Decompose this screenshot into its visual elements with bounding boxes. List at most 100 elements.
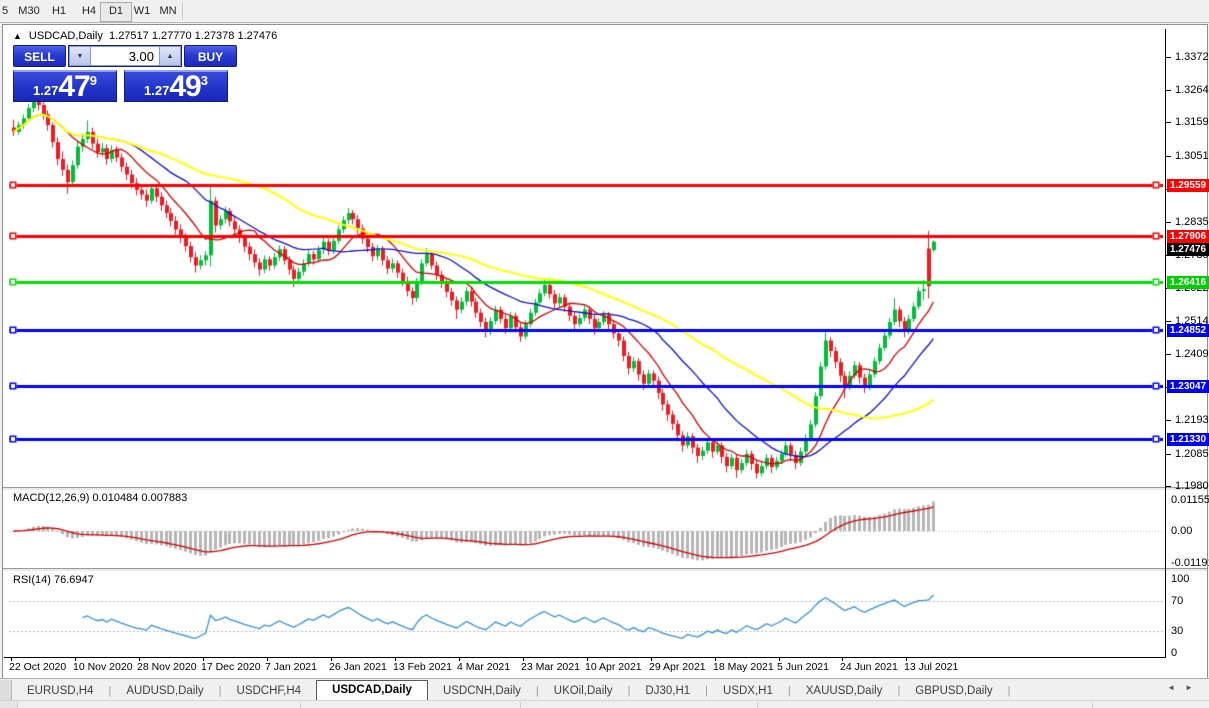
price-tick xyxy=(1166,486,1171,487)
tf-button-h1[interactable]: H1 xyxy=(44,2,74,20)
status-strip xyxy=(0,700,1209,708)
spin-down-icon: ▼ xyxy=(77,53,84,60)
price-tick-label: 1.28350 xyxy=(1175,217,1209,228)
pane-splitter-rsi[interactable] xyxy=(3,568,1207,571)
price-tick-label: 1.31590 xyxy=(1175,117,1209,128)
tab-scroll-right-icon[interactable]: ► xyxy=(1185,683,1203,692)
price-tick xyxy=(1166,354,1171,355)
volume-input[interactable] xyxy=(91,46,159,66)
volume-decrease-button[interactable]: ▼ xyxy=(69,46,91,66)
mt4-terminal: 5 M30 H1 H4 D1 W1 MN ▲USDCAD,Daily 1.275… xyxy=(0,0,1209,708)
chart-tab-usdchf-h4[interactable]: USDCHF,H4 xyxy=(222,683,317,700)
buy-button[interactable]: BUY xyxy=(184,45,237,67)
price-tick xyxy=(1166,454,1171,455)
macd-axis-label: 0.011551 xyxy=(1171,495,1209,506)
price-tick-label: 1.20850 xyxy=(1175,449,1209,460)
price-tick xyxy=(1166,420,1171,421)
status-strip-separator xyxy=(520,702,521,708)
tab-separator: | xyxy=(1008,683,1011,700)
date-tick-label: 29 Apr 2021 xyxy=(649,661,706,673)
price-tick xyxy=(1166,90,1171,91)
level-price-label: 1.24852 xyxy=(1167,324,1209,337)
date-tick-label: 4 Mar 2021 xyxy=(457,661,510,673)
toolbar-separator xyxy=(182,2,183,20)
current-price-label: 1.27476 xyxy=(1167,243,1209,256)
timeframe-toolbar: 5 M30 H1 H4 D1 W1 MN xyxy=(0,0,1209,23)
chart-tab-usdcad-daily[interactable]: USDCAD,Daily xyxy=(316,680,428,700)
buy-price-prefix: 1.27 xyxy=(144,83,169,98)
price-tick xyxy=(1166,321,1171,322)
price-tick xyxy=(1166,156,1171,157)
sell-price-main: 47 xyxy=(58,74,89,100)
tf-button-mn[interactable]: MN xyxy=(152,2,184,20)
volume-increase-button[interactable]: ▲ xyxy=(159,46,181,66)
date-tick-label: 10 Apr 2021 xyxy=(585,661,642,673)
sell-price-box[interactable]: 1.27479 xyxy=(13,70,117,102)
level-price-label: 1.23047 xyxy=(1167,380,1209,393)
date-tick-label: 26 Jan 2021 xyxy=(329,661,387,673)
date-tick-label: 10 Nov 2020 xyxy=(73,661,133,673)
price-tick-label: 1.24090 xyxy=(1175,349,1209,360)
chart-tab-gbpusd-daily[interactable]: GBPUSD,Daily xyxy=(900,683,1007,700)
chart-tab-audusd-daily[interactable]: AUDUSD,Daily xyxy=(111,683,218,700)
date-tick-label: 7 Jan 2021 xyxy=(265,661,317,673)
sell-price-prefix: 1.27 xyxy=(33,83,58,98)
macd-axis-label: -0.011914 xyxy=(1171,558,1209,569)
date-axis-line xyxy=(4,657,1166,658)
date-tick-label: 23 Mar 2021 xyxy=(521,661,580,673)
chart-tab-usdcnh-daily[interactable]: USDCNH,Daily xyxy=(428,683,536,700)
chart-tab-ukoil-daily[interactable]: UKOil,Daily xyxy=(539,683,628,700)
date-tick-label: 28 Nov 2020 xyxy=(137,661,197,673)
price-tick xyxy=(1166,57,1171,58)
date-tick-label: 13 Feb 2021 xyxy=(393,661,452,673)
price-tick-label: 1.32640 xyxy=(1175,85,1209,96)
rsi-axis-label: 100 xyxy=(1171,574,1189,585)
status-strip-box xyxy=(0,701,18,708)
macd-indicator-label: MACD(12,26,9) 0.010484 0.007883 xyxy=(13,492,187,504)
chart-title: ▲ USDCAD,Daily 1.27517 1.27770 1.27378 1.… xyxy=(13,30,277,43)
level-price-label: 1.29559 xyxy=(1167,179,1209,192)
one-click-trading-panel: SELL ▼ ▲ BUY 1.27479 1.27493 xyxy=(13,45,237,102)
rsi-indicator-label: RSI(14) 76.6947 xyxy=(13,574,94,586)
tf-button-m30[interactable]: M30 xyxy=(12,2,46,20)
rsi-pane-canvas[interactable] xyxy=(9,571,1163,657)
date-tick-label: 13 Jul 2021 xyxy=(904,661,958,673)
chart-tab-dj30-h1[interactable]: DJ30,H1 xyxy=(630,683,705,700)
date-tick-label: 5 Jun 2021 xyxy=(777,661,829,673)
status-strip-separator xyxy=(1092,702,1093,708)
tab-scroll-left-icon[interactable]: ◄ xyxy=(1167,683,1185,692)
tabbar-corner-button[interactable] xyxy=(0,680,12,700)
chart-tab-eurusd-h4[interactable]: EURUSD,H4 xyxy=(12,683,108,700)
rsi-axis-label: 70 xyxy=(1171,596,1183,607)
volume-stepper: ▼ ▲ xyxy=(68,45,182,67)
collapse-panel-icon[interactable]: ▲ xyxy=(13,31,22,41)
buy-price-pip: 3 xyxy=(201,73,208,88)
price-axis-line xyxy=(1165,29,1166,657)
chart-ohlc-values: 1.27517 1.27770 1.27378 1.27476 xyxy=(109,30,277,42)
sell-price-pip: 9 xyxy=(90,73,97,88)
rsi-axis-label: 30 xyxy=(1171,626,1183,637)
macd-axis-label: 0.00 xyxy=(1171,526,1192,537)
date-tick-label: 22 Oct 2020 xyxy=(9,661,66,673)
level-price-label: 1.21330 xyxy=(1167,433,1209,446)
price-tick xyxy=(1166,122,1171,123)
tab-scroll-arrows: ◄► xyxy=(1167,683,1203,692)
chart-tab-xauusd-daily[interactable]: XAUUSD,Daily xyxy=(791,683,898,700)
rsi-axis-label: 0 xyxy=(1171,648,1177,659)
level-price-label: 1.27906 xyxy=(1167,230,1209,243)
spin-up-icon: ▲ xyxy=(167,53,174,60)
status-strip-separator xyxy=(757,702,758,708)
level-price-label: 1.26416 xyxy=(1167,276,1209,289)
date-tick-label: 18 May 2021 xyxy=(713,661,774,673)
price-tick-label: 1.21930 xyxy=(1175,415,1209,426)
chart-tab-bar: EURUSD,H4|AUDUSD,Daily|USDCHF,H4USDCAD,D… xyxy=(0,678,1209,700)
sell-button[interactable]: SELL xyxy=(13,45,66,67)
price-tick-label: 1.33720 xyxy=(1175,52,1209,63)
chart-window: ▲ USDCAD,Daily 1.27517 1.27770 1.27378 1.… xyxy=(2,24,1208,679)
chart-tab-usdx-h1[interactable]: USDX,H1 xyxy=(708,683,788,700)
buy-price-main: 49 xyxy=(169,74,200,100)
chart-symbol-period: USDCAD,Daily xyxy=(29,30,103,42)
price-tick xyxy=(1166,222,1171,223)
buy-price-box[interactable]: 1.27493 xyxy=(124,70,228,102)
pane-splitter-macd[interactable] xyxy=(3,487,1207,490)
